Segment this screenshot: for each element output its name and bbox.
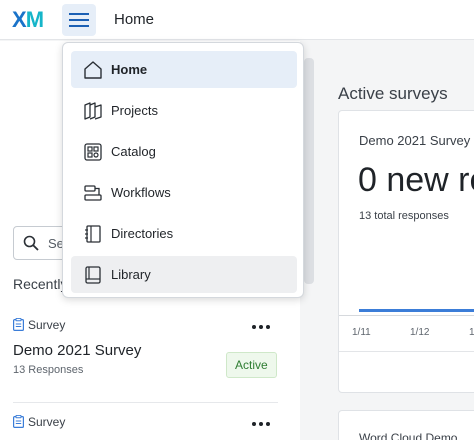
- top-header: XM Home: [0, 0, 474, 40]
- catalog-icon: [84, 143, 102, 161]
- responses-line: [359, 309, 474, 312]
- navigation-menu: Home Projects Catalog Workflows Director…: [62, 42, 304, 298]
- card-divider: [339, 351, 474, 352]
- nav-item-home[interactable]: Home: [71, 51, 297, 88]
- total-responses: 13 total responses: [359, 210, 449, 222]
- nav-item-label: Catalog: [111, 144, 156, 159]
- search-icon: [23, 235, 39, 251]
- survey-type-label: Survey: [13, 317, 65, 332]
- survey-type-label: Survey: [13, 414, 65, 429]
- card-survey-title: Demo 2021 Survey: [359, 133, 471, 148]
- word-cloud-title: Word Cloud Demo: [359, 431, 458, 440]
- word-cloud-card[interactable]: Word Cloud Demo: [338, 410, 474, 440]
- nav-item-label: Library: [111, 267, 151, 282]
- x-tick-label: 1/11: [352, 327, 371, 338]
- more-options-button[interactable]: [249, 417, 273, 431]
- projects-icon: [84, 102, 102, 120]
- nav-item-catalog[interactable]: Catalog: [71, 133, 297, 170]
- more-dot-icon: [252, 325, 256, 329]
- xm-logo[interactable]: XM: [12, 7, 44, 33]
- nav-item-label: Workflows: [111, 185, 171, 200]
- nav-item-label: Projects: [111, 103, 158, 118]
- page-title: Home: [114, 11, 155, 28]
- directories-icon: [85, 225, 101, 243]
- nav-item-directories[interactable]: Directories: [71, 215, 297, 252]
- scrollbar[interactable]: [304, 58, 314, 284]
- more-options-button[interactable]: [249, 320, 273, 334]
- survey-icon: [13, 414, 25, 429]
- active-surveys-heading: Active surveys: [338, 84, 448, 103]
- nav-item-label: Directories: [111, 226, 174, 241]
- x-tick-label: 1/: [469, 327, 474, 338]
- chart-axis: [339, 315, 474, 316]
- hamburger-menu-button[interactable]: [62, 4, 96, 36]
- nav-item-projects[interactable]: Projects: [71, 92, 297, 129]
- hamburger-icon: [69, 13, 89, 27]
- new-responses-count: 0 new re: [358, 161, 474, 199]
- workflows-icon: [84, 185, 102, 201]
- nav-item-workflows[interactable]: Workflows: [71, 174, 297, 211]
- response-count: 13 Responses: [13, 364, 84, 376]
- more-dot-icon: [252, 422, 256, 426]
- divider: [13, 402, 278, 403]
- survey-icon: [13, 317, 25, 332]
- nav-item-label: Home: [111, 62, 148, 77]
- recently-heading: Recently: [13, 276, 68, 292]
- nav-item-library[interactable]: Library: [71, 256, 297, 293]
- survey-name[interactable]: Demo 2021 Survey: [13, 342, 141, 359]
- status-badge: Active: [226, 352, 277, 378]
- library-icon: [85, 266, 101, 284]
- active-survey-card[interactable]: Demo 2021 Survey 0 new re 13 total respo…: [338, 110, 474, 393]
- x-tick-label: 1/12: [410, 327, 430, 338]
- home-icon: [84, 61, 102, 79]
